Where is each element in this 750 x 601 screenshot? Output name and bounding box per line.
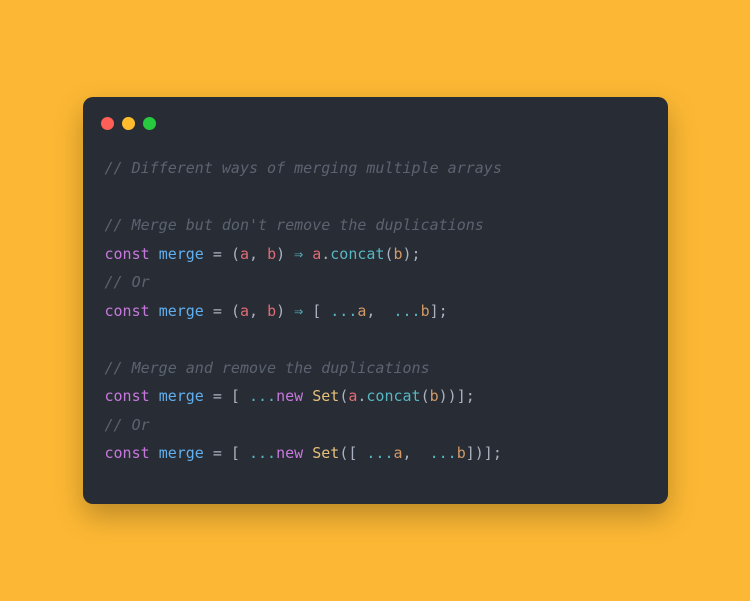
param: b [267,245,276,263]
identifier: merge [159,387,204,405]
code-block: // Different ways of merging multiple ar… [83,144,668,468]
spread: ... [421,444,457,462]
identifier: a [312,245,321,263]
identifier: merge [159,245,204,263]
keyword-const: const [105,302,150,320]
identifier: merge [159,302,204,320]
arrow: ⇒ [294,302,303,320]
param: a [240,302,249,320]
arrow: ⇒ [294,245,303,263]
class-name: Set [312,387,339,405]
identifier: a [394,444,403,462]
comment-line: // Different ways of merging multiple ar… [105,159,502,177]
comment-line: // Merge and remove the duplications [105,359,430,377]
close-icon[interactable] [101,117,114,130]
method: concat [330,245,384,263]
spread: ... [240,387,276,405]
param: a [240,245,249,263]
keyword-const: const [105,387,150,405]
window-titlebar [83,117,668,144]
comment-line: // Or [105,273,150,291]
spread: ... [357,444,393,462]
spread: ... [240,444,276,462]
zoom-icon[interactable] [143,117,156,130]
identifier: b [457,444,466,462]
keyword-new: new [276,387,303,405]
identifier: b [430,387,439,405]
comment-line: // Or [105,416,150,434]
comment-line: // Merge but don't remove the duplicatio… [105,216,484,234]
code-window: // Different ways of merging multiple ar… [83,97,668,504]
spread: ... [321,302,357,320]
method: concat [366,387,420,405]
identifier: merge [159,444,204,462]
spread: ... [384,302,420,320]
param: b [267,302,276,320]
minimize-icon[interactable] [122,117,135,130]
class-name: Set [312,444,339,462]
keyword-const: const [105,444,150,462]
identifier: b [421,302,430,320]
keyword-const: const [105,245,150,263]
identifier: b [394,245,403,263]
keyword-new: new [276,444,303,462]
